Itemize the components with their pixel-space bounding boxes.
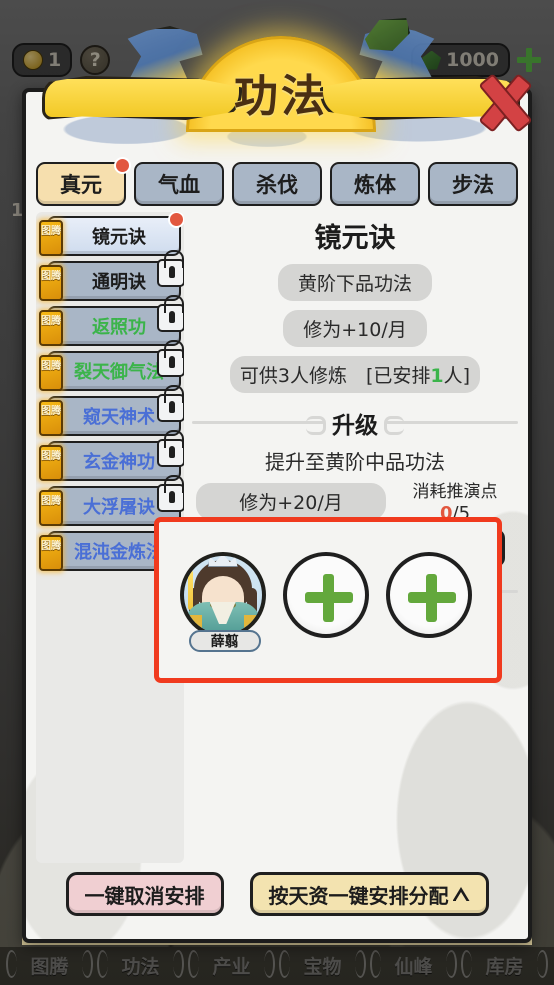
tab-lianti[interactable]: 炼体: [330, 162, 420, 206]
totem-icon: 图腾: [39, 490, 63, 526]
nav-label: 库房: [485, 955, 524, 978]
help-icon[interactable]: ?: [80, 45, 111, 75]
lock-icon: [157, 250, 184, 287]
bottom-navigation: 图腾 功法 产业 宝物 仙峰 库房: [0, 945, 554, 985]
lock-icon: [157, 475, 184, 512]
totem-icon: 图腾: [39, 445, 63, 481]
coin-resource[interactable]: 1: [12, 43, 73, 77]
cost-label: 消耗推演点: [412, 482, 498, 502]
capacity-suffix: 人]: [443, 365, 471, 387]
totem-icon: 图腾: [39, 220, 63, 256]
nav-label: 产业: [212, 955, 251, 978]
divider-label: 升级: [332, 413, 378, 439]
tab-label: 气血: [158, 173, 200, 197]
upgrade-divider: 升级: [192, 406, 518, 440]
nav-item-gongfa[interactable]: 功法: [95, 949, 186, 979]
divider-line-right: [384, 416, 518, 435]
list-item[interactable]: 图腾 镜元诀: [39, 212, 184, 256]
list-item[interactable]: 图腾 通明诀: [39, 250, 184, 301]
crown-icon: [207, 556, 238, 567]
modal-footer: 一键取消安排 按天资一键安排分配: [36, 871, 518, 917]
auto-assign-label: 按天资一键安排分配: [268, 883, 449, 908]
practice-slot-character[interactable]: 薛翦: [179, 552, 270, 652]
totem-icon: 图腾: [39, 355, 63, 391]
capacity-count: 1: [430, 365, 444, 387]
add-plus-icon: [386, 552, 473, 638]
nav-label: 宝物: [303, 955, 342, 978]
detail-gain: 修为+10/月: [283, 310, 427, 347]
practice-slot-empty-2[interactable]: [386, 552, 476, 648]
lock-icon: [157, 385, 184, 422]
gem-icon: [422, 50, 442, 70]
tab-badge-dot: [114, 157, 131, 174]
nav-label: 仙峰: [394, 955, 433, 978]
nav-item-totem[interactable]: 图腾: [4, 949, 95, 979]
skill-name: 镜元诀: [92, 227, 146, 248]
modal-mist-decor: [26, 92, 528, 154]
upgrade-target: 提升至黄阶中品功法: [265, 450, 445, 474]
triangle-icon: [452, 887, 470, 901]
cancel-all-label: 一键取消安排: [84, 883, 205, 908]
list-item[interactable]: 图腾 玄金神功: [39, 430, 184, 481]
lock-icon: [157, 340, 184, 377]
totem-icon: 图腾: [39, 310, 63, 346]
gongfa-modal: 功法 真元 气血 杀伐 炼体 步法 图腾 镜元诀 图腾 通明诀 图腾 返照功 图…: [22, 18, 532, 943]
tab-label: 炼体: [354, 173, 396, 197]
category-tabs: 真元 气血 杀伐 炼体 步法: [36, 157, 518, 208]
upgrade-new-gain: 修为+20/月: [196, 483, 386, 520]
list-item[interactable]: 图腾 裂天御气法: [39, 340, 184, 391]
coin-value: 1: [48, 49, 62, 71]
character-name: 薛翦: [188, 630, 261, 652]
nav-item-xianfeng[interactable]: 仙峰: [368, 949, 459, 979]
detail-title: 镜元诀: [314, 223, 396, 254]
candle-decor: [187, 570, 193, 610]
tab-label: 步法: [452, 173, 494, 197]
detail-capacity: 可供3人修炼 [已安排1人]: [229, 356, 481, 393]
nav-item-baowu[interactable]: 宝物: [277, 949, 368, 979]
add-plus-icon: [282, 552, 369, 638]
nav-label: 图腾: [30, 955, 69, 978]
list-item[interactable]: 图腾 窥天神术: [39, 385, 184, 436]
tab-bufa[interactable]: 步法: [428, 162, 518, 206]
tab-label: 真元: [60, 173, 102, 197]
new-badge-dot: [168, 212, 184, 228]
list-item[interactable]: 图腾 返照功: [39, 295, 184, 346]
tab-shafa[interactable]: 杀伐: [232, 162, 322, 206]
nav-item-chanye[interactable]: 产业: [186, 949, 277, 979]
tab-qixue[interactable]: 气血: [134, 162, 224, 206]
tab-label: 杀伐: [256, 173, 298, 197]
capacity-prefix: 可供3人修炼 [已安排: [239, 365, 431, 387]
totem-icon: 图腾: [39, 400, 63, 436]
auto-assign-button[interactable]: 按天资一键安排分配: [249, 872, 489, 916]
totem-icon: 图腾: [39, 265, 63, 301]
nav-item-kufang[interactable]: 库房: [459, 949, 550, 979]
coin-icon: [23, 50, 43, 70]
skill-detail-panel: 镜元诀 黄阶下品功法 修为+10/月 可供3人修炼 [已安排1人] 升级 提升至…: [154, 212, 518, 863]
totem-icon: 图腾: [39, 535, 63, 571]
lock-icon: [157, 430, 184, 467]
cancel-all-button[interactable]: 一键取消安排: [65, 872, 224, 916]
practice-slots-highlight: 薛翦: [154, 517, 502, 683]
top-resource-bar: 1 ? 1000: [0, 32, 554, 88]
practice-slot-empty-1[interactable]: [282, 552, 373, 648]
close-icon[interactable]: [472, 70, 534, 132]
tab-zhenyuan[interactable]: 真元: [36, 157, 131, 206]
gem-value: 1000: [446, 49, 499, 71]
divider-line-left: [192, 416, 326, 435]
avatar: [179, 552, 266, 638]
detail-grade: 黄阶下品功法: [277, 264, 432, 301]
nav-label: 功法: [121, 955, 160, 978]
lock-icon: [157, 295, 184, 332]
modal-body: 图腾 镜元诀 图腾 通明诀 图腾 返照功 图腾 裂天御气法 图腾 窥天神术 图腾…: [36, 212, 518, 863]
